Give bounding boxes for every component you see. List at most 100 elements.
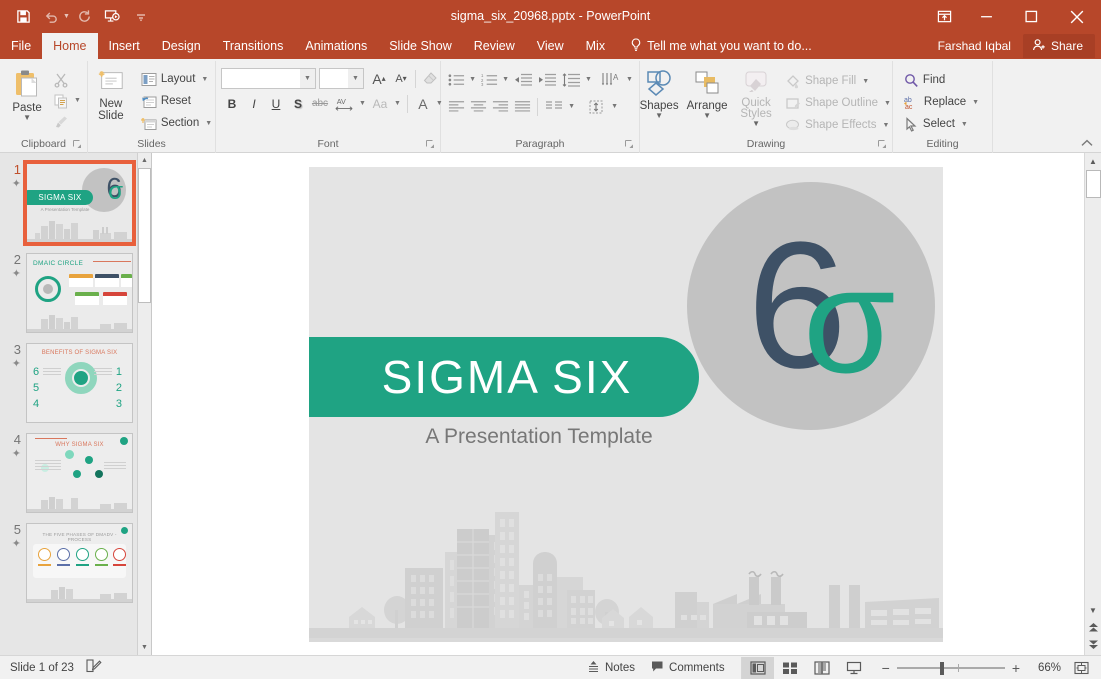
arrange-button[interactable]: Arrange ▼ <box>683 68 731 122</box>
scroll-down-icon[interactable]: ▼ <box>1085 602 1101 619</box>
reset-button[interactable]: Reset <box>137 90 218 112</box>
tab-mix[interactable]: Mix <box>575 33 616 59</box>
numbering-dropdown-icon[interactable]: ▼ <box>500 76 511 83</box>
align-left-button[interactable] <box>445 96 467 117</box>
ribbon-display-options-icon[interactable] <box>924 0 964 33</box>
thumbnail-item-4[interactable]: 4 ✦ WHY SIGMA SIX <box>0 423 137 513</box>
paste-button[interactable]: Paste ▼ <box>4 66 50 124</box>
thumbnail-preview[interactable]: DMAIC CIRCLE <box>26 253 133 333</box>
drawing-dialog-launcher-icon[interactable] <box>878 140 888 150</box>
thumbnail-preview[interactable]: 6 σ SIGMA SIX A Presentation Template <box>23 160 136 246</box>
increase-indent-button[interactable] <box>535 69 559 90</box>
copy-button[interactable] <box>50 90 72 111</box>
text-shadow-button[interactable]: S <box>287 93 309 114</box>
shapes-button[interactable]: Shapes ▼ <box>635 68 683 122</box>
tab-view[interactable]: View <box>526 33 575 59</box>
new-slide-button[interactable]: New Slide <box>85 66 137 124</box>
replace-button[interactable]: ab ac Replace ▼ <box>900 91 985 113</box>
zoom-in-button[interactable]: + <box>1012 660 1020 676</box>
change-case-button[interactable]: Aa <box>368 93 392 114</box>
bullets-button[interactable] <box>445 69 467 90</box>
format-painter-button[interactable] <box>50 111 72 132</box>
line-spacing-dropdown-icon[interactable]: ▼ <box>583 76 594 83</box>
paste-dropdown-icon[interactable]: ▼ <box>23 114 31 122</box>
account-name[interactable]: Farshad Iqbal <box>926 39 1023 53</box>
strikethrough-button[interactable]: abc <box>309 93 331 114</box>
change-case-dropdown-icon[interactable]: ▼ <box>392 100 403 107</box>
collapse-ribbon-button[interactable] <box>1079 136 1095 150</box>
thumbnail-preview[interactable]: WHY SIGMA SIX <box>26 433 133 513</box>
tab-design[interactable]: Design <box>151 33 212 59</box>
scroll-down-icon[interactable]: ▼ <box>137 640 151 655</box>
zoom-percent[interactable]: 66% <box>1027 662 1061 674</box>
quick-styles-button[interactable]: Quick Styles ▼ <box>731 68 781 130</box>
text-direction-button[interactable]: A <box>598 69 624 90</box>
font-size-input[interactable]: ▼ <box>319 68 364 89</box>
layout-button[interactable]: Layout ▼ <box>137 68 218 90</box>
thumbnail-item-1[interactable]: 1 ✦ 6 σ SIGMA SIX A Presentation Templat… <box>0 153 137 246</box>
share-button[interactable]: Share <box>1022 34 1095 58</box>
columns-dropdown-icon[interactable]: ▼ <box>566 103 577 110</box>
previous-slide-icon[interactable] <box>1085 619 1101 636</box>
slide-title-shape[interactable]: SIGMA SIX <box>309 336 699 417</box>
thumbnail-scrollbar[interactable]: ▲ ▼ <box>137 153 151 655</box>
text-direction-dropdown-icon[interactable]: ▼ <box>624 76 635 83</box>
cut-button[interactable] <box>50 69 72 90</box>
scrollbar-thumb[interactable] <box>138 168 151 303</box>
paragraph-dialog-launcher-icon[interactable] <box>625 140 635 150</box>
tab-insert[interactable]: Insert <box>98 33 151 59</box>
shape-outline-dropdown-icon[interactable]: ▼ <box>882 100 893 107</box>
thumbnail-preview[interactable]: BENEFITS OF SIGMA SIX 6 5 4 1 2 3 <box>26 343 133 423</box>
slide-subtitle[interactable]: A Presentation Template <box>349 425 729 449</box>
close-icon[interactable] <box>1054 0 1099 33</box>
tab-transitions[interactable]: Transitions <box>212 33 295 59</box>
minimize-icon[interactable] <box>964 0 1009 33</box>
view-normal-button[interactable] <box>741 656 774 679</box>
slide-scrollbar[interactable]: ▲ ▼ <box>1084 153 1101 655</box>
slide-thumbnail-pane[interactable]: 1 ✦ 6 σ SIGMA SIX A Presentation Templat… <box>0 153 152 655</box>
tab-file[interactable]: File <box>0 33 42 59</box>
shapes-dropdown-icon[interactable]: ▼ <box>655 112 663 120</box>
tab-home[interactable]: Home <box>42 33 98 59</box>
decrease-indent-button[interactable] <box>511 69 535 90</box>
tab-slide-show[interactable]: Slide Show <box>378 33 463 59</box>
current-slide[interactable]: 6 σ SIGMA SIX A Presentation Template <box>309 166 943 642</box>
tab-review[interactable]: Review <box>463 33 526 59</box>
replace-dropdown-icon[interactable]: ▼ <box>970 99 981 106</box>
shape-fill-button[interactable]: Shape Fill ▼ <box>781 70 897 92</box>
tell-me-search[interactable]: Tell me what you want to do... <box>622 33 820 59</box>
scrollbar-thumb[interactable] <box>1085 170 1101 198</box>
notes-button[interactable]: Notes <box>579 656 643 679</box>
arrange-dropdown-icon[interactable]: ▼ <box>703 112 711 120</box>
font-color-button[interactable]: A <box>412 93 434 114</box>
columns-button[interactable] <box>542 96 566 117</box>
view-reading-button[interactable] <box>806 657 838 679</box>
decrease-font-size-button[interactable]: A ▾ <box>390 68 412 89</box>
find-button[interactable]: Find <box>900 69 949 91</box>
justify-button[interactable] <box>511 96 533 117</box>
zoom-slider-handle[interactable] <box>940 661 944 675</box>
font-dialog-launcher-icon[interactable] <box>426 140 436 150</box>
scroll-up-icon[interactable]: ▲ <box>1085 153 1101 170</box>
character-spacing-button[interactable]: AV <box>331 93 357 114</box>
font-size-field[interactable] <box>320 70 348 87</box>
shape-fill-dropdown-icon[interactable]: ▼ <box>860 78 871 85</box>
shape-effects-dropdown-icon[interactable]: ▼ <box>881 122 892 129</box>
align-text-dropdown-icon[interactable]: ▼ <box>609 103 620 110</box>
fit-to-window-button[interactable] <box>1069 657 1093 679</box>
font-name-field[interactable] <box>222 70 300 87</box>
align-center-button[interactable] <box>467 96 489 117</box>
bold-button[interactable]: B <box>221 93 243 114</box>
notes-page-icon[interactable] <box>86 659 102 676</box>
font-name-input[interactable]: ▼ <box>221 68 316 89</box>
quick-styles-dropdown-icon[interactable]: ▼ <box>752 120 760 128</box>
view-slide-sorter-button[interactable] <box>774 657 806 679</box>
thumbnail-item-3[interactable]: 3 ✦ BENEFITS OF SIGMA SIX 6 5 4 1 2 3 <box>0 333 137 423</box>
layout-dropdown-icon[interactable]: ▼ <box>199 76 210 83</box>
shape-effects-button[interactable]: Shape Effects ▼ <box>781 114 897 136</box>
increase-font-size-button[interactable]: A ▴ <box>368 68 390 89</box>
zoom-slider[interactable] <box>896 661 1005 675</box>
select-dropdown-icon[interactable]: ▼ <box>959 121 970 128</box>
logo-circle-shape[interactable] <box>687 181 935 430</box>
view-slide-show-button[interactable] <box>838 657 870 679</box>
